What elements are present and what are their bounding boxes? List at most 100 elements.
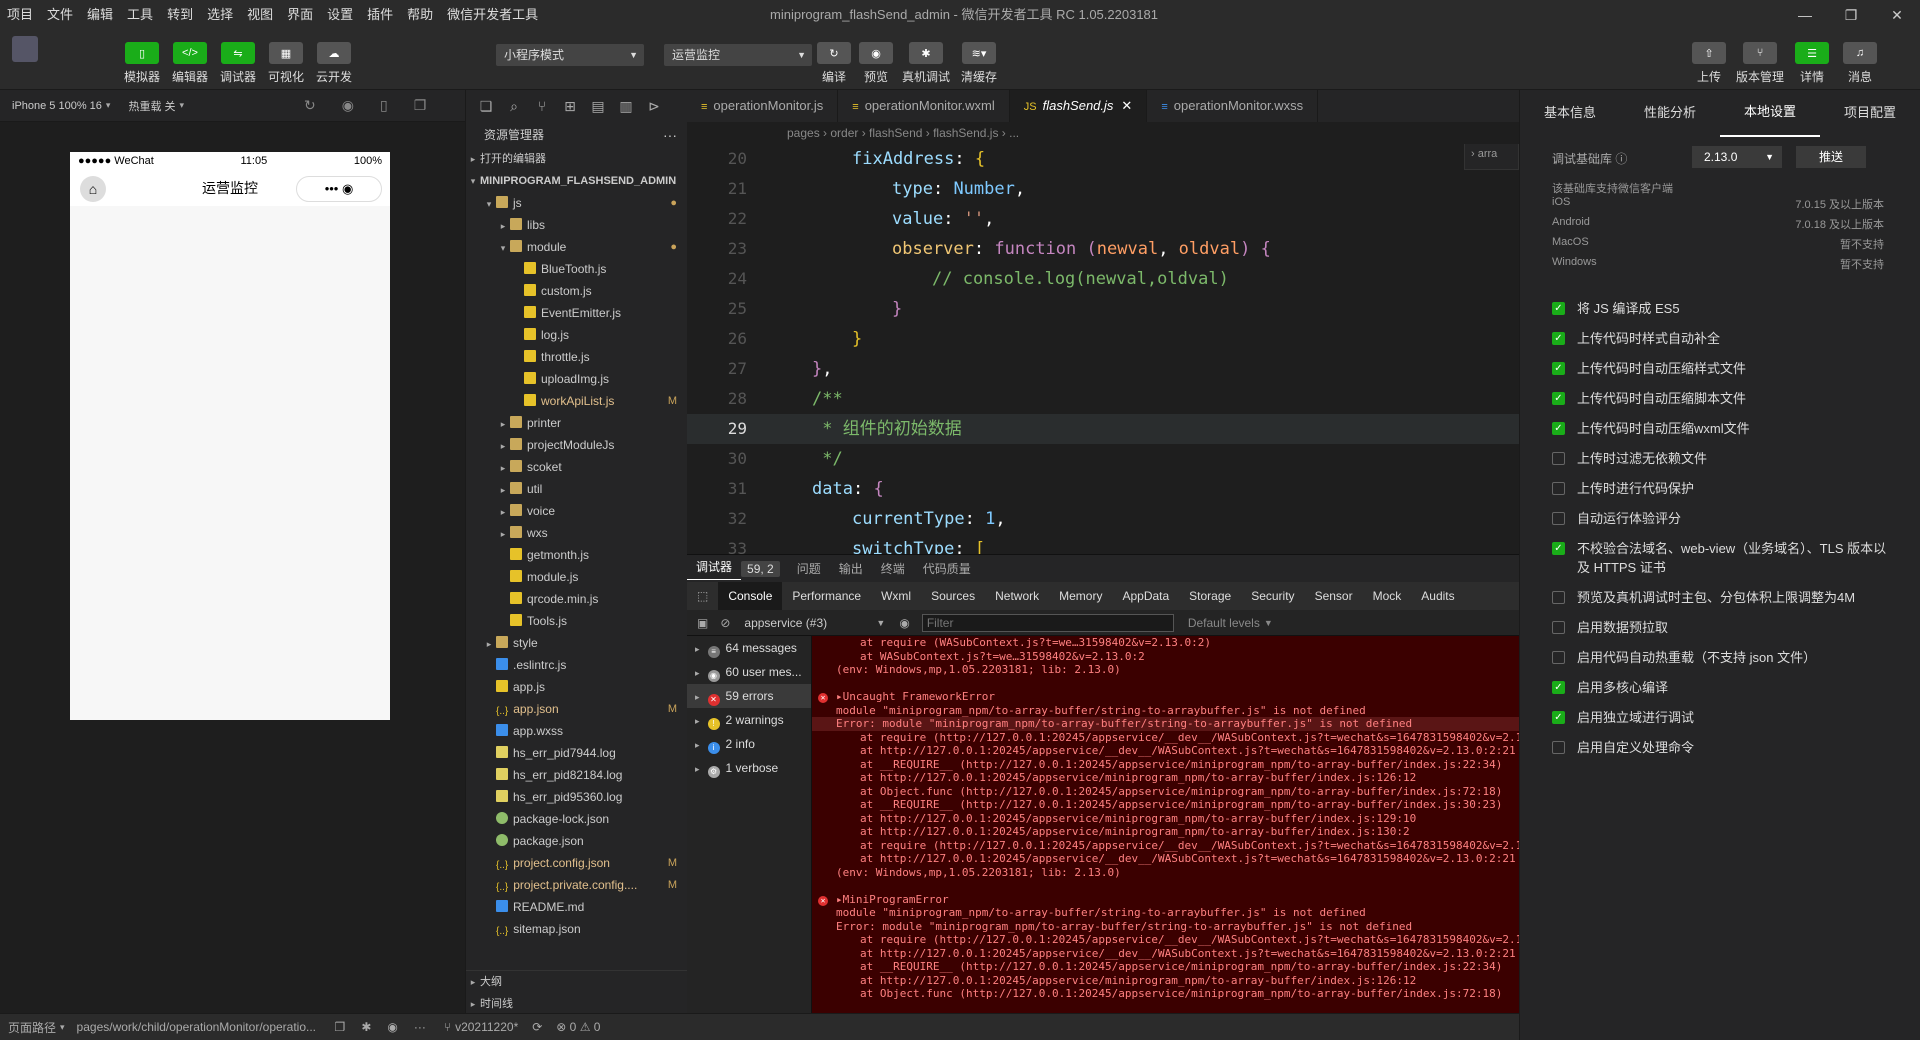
sidebar-toggle-icon[interactable]: ▣	[697, 616, 708, 630]
setting-checkbox-row[interactable]: ✓ 启用独立域进行调试	[1552, 708, 1892, 727]
devtools-panel-tab[interactable]: 终端	[872, 560, 914, 577]
setting-checkbox-row[interactable]: ✓ 上传代码时自动压缩wxml文件	[1552, 419, 1892, 438]
simulator-button[interactable]: ▯ 模拟器	[118, 42, 166, 85]
checkbox-checked-icon[interactable]: ✓	[1552, 681, 1565, 694]
push-button[interactable]: 推送	[1796, 146, 1866, 168]
database-icon[interactable]: ▤	[584, 98, 612, 115]
menu-item[interactable]: 视图	[240, 0, 280, 30]
checkbox-unchecked-icon[interactable]	[1552, 591, 1565, 604]
minimap-toggle[interactable]: › arra	[1464, 144, 1519, 170]
devtools-tab[interactable]: Sources	[921, 582, 985, 610]
menu-item[interactable]: 工具	[120, 0, 160, 30]
checkbox-unchecked-icon[interactable]	[1552, 621, 1565, 634]
debugger-button[interactable]: ⇋ 调试器	[214, 42, 262, 85]
bug-icon[interactable]: ✱	[361, 1020, 371, 1034]
version-button[interactable]: ⑂ 版本管理	[1736, 42, 1784, 85]
eye-icon[interactable]: ◉	[387, 1020, 397, 1034]
tree-file[interactable]: qrcode.min.js	[466, 588, 687, 610]
tree-folder[interactable]: ▾ module ●	[466, 236, 687, 258]
preview-button[interactable]: ◉ 预览	[852, 42, 900, 85]
devtools-tab[interactable]: Mock	[1363, 582, 1412, 610]
compile-mode-select[interactable]: 运营监控 ▼	[664, 44, 812, 66]
menu-item[interactable]: 微信开发者工具	[440, 0, 545, 30]
tree-file[interactable]: .eslintrc.js	[466, 654, 687, 676]
maximize-icon[interactable]: ❐	[1828, 0, 1874, 30]
setting-checkbox-row[interactable]: ✓ 启用多核心编译	[1552, 678, 1892, 697]
details-button[interactable]: ☰ 详情	[1788, 42, 1836, 85]
visual-button[interactable]: ▦ 可视化	[262, 42, 310, 85]
checkbox-checked-icon[interactable]: ✓	[1552, 302, 1565, 315]
upload-button[interactable]: ⇧ 上传	[1685, 42, 1733, 85]
checkbox-unchecked-icon[interactable]	[1552, 512, 1565, 525]
messages-button[interactable]: ♫ 消息	[1836, 42, 1884, 85]
more-icon[interactable]: ···	[663, 122, 677, 148]
real-debug-button[interactable]: ✱ 真机调试	[902, 42, 950, 85]
checkbox-checked-icon[interactable]: ✓	[1552, 332, 1565, 345]
editor-tab[interactable]: ≡ operationMonitor.wxss	[1147, 90, 1319, 122]
home-icon[interactable]: ⌂	[80, 176, 106, 202]
menu-item[interactable]: 转到	[160, 0, 200, 30]
menu-item[interactable]: 文件	[40, 0, 80, 30]
editor-tab[interactable]: JS flashSend.js ✕	[1009, 90, 1148, 122]
checkbox-unchecked-icon[interactable]	[1552, 482, 1565, 495]
more-icon[interactable]: ···	[414, 1020, 426, 1034]
checkbox-checked-icon[interactable]: ✓	[1552, 362, 1565, 375]
console-filter-item[interactable]: ▸ ✕ 59 errors	[687, 684, 811, 708]
cloud-button[interactable]: ☁ 云开发	[310, 42, 358, 85]
setting-checkbox-row[interactable]: ✓ 上传代码时自动压缩脚本文件	[1552, 389, 1892, 408]
setting-checkbox-row[interactable]: 上传时过滤无依赖文件	[1552, 449, 1892, 468]
tree-file[interactable]: module.js	[466, 566, 687, 588]
clear-console-icon[interactable]: ⊘	[720, 616, 730, 630]
setting-checkbox-row[interactable]: 启用数据预拉取	[1552, 618, 1892, 637]
tree-file[interactable]: {..} project.config.json M	[466, 852, 687, 874]
tree-file[interactable]: {..} project.private.config.... M	[466, 874, 687, 896]
checkbox-checked-icon[interactable]: ✓	[1552, 392, 1565, 405]
menu-item[interactable]: 设置	[320, 0, 360, 30]
console-filter-item[interactable]: ▸ ◉ 60 user mes...	[687, 660, 811, 684]
console-filter-item[interactable]: ▸ ≡ 64 messages	[687, 636, 811, 660]
hotreload-toggle[interactable]: 热重载 关	[128, 98, 175, 114]
tree-file[interactable]: log.js	[466, 324, 687, 346]
setting-checkbox-row[interactable]: ✓ 将 JS 编译成 ES5	[1552, 299, 1892, 318]
menu-item[interactable]: 界面	[280, 0, 320, 30]
menu-item[interactable]: 编辑	[80, 0, 120, 30]
devtools-panel-tab[interactable]: 调试器	[687, 558, 742, 580]
copy-icon[interactable]: ❐	[335, 1020, 346, 1034]
eye-icon[interactable]: ◉	[899, 616, 909, 630]
settings-tab[interactable]: 项目配置	[1820, 90, 1920, 136]
editor-tab[interactable]: ≡ operationMonitor.wxml	[838, 90, 1010, 122]
devtools-panel-tab[interactable]: 输出	[830, 560, 872, 577]
tree-folder[interactable]: ▸ util	[466, 478, 687, 500]
tree-folder[interactable]: ▸ voice	[466, 500, 687, 522]
tree-file[interactable]: custom.js	[466, 280, 687, 302]
devtools-tab[interactable]: Storage	[1179, 582, 1241, 610]
devtools-tab[interactable]: Wxml	[871, 582, 921, 610]
tree-file[interactable]: {..} app.json M	[466, 698, 687, 720]
tree-file[interactable]: README.md	[466, 896, 687, 918]
checkbox-checked-icon[interactable]: ✓	[1552, 711, 1565, 724]
devtools-tab[interactable]: Performance	[782, 582, 871, 610]
clear-cache-button[interactable]: ≋▾ 清缓存	[955, 42, 1003, 85]
tree-folder[interactable]: ▸ scoket	[466, 456, 687, 478]
tree-file[interactable]: package.json	[466, 830, 687, 852]
refresh-icon[interactable]: ↻	[304, 97, 316, 114]
settings-tab[interactable]: 性能分析	[1620, 90, 1720, 136]
capsule-menu[interactable]: ••• ◉	[296, 176, 382, 202]
sync-icon[interactable]: ⟳	[532, 1020, 542, 1034]
checkbox-unchecked-icon[interactable]	[1552, 452, 1565, 465]
tree-file[interactable]: BlueTooth.js	[466, 258, 687, 280]
devtools-panel-tab[interactable]: 代码质量	[914, 560, 980, 577]
filter-input[interactable]	[921, 613, 1174, 632]
devtools-tab[interactable]: Sensor	[1305, 582, 1363, 610]
page-path-label[interactable]: 页面路径	[8, 1019, 56, 1036]
devtools-tab[interactable]: AppData	[1112, 582, 1179, 610]
phone-icon[interactable]: ▯	[380, 97, 388, 114]
tree-folder[interactable]: ▸ libs	[466, 214, 687, 236]
menu-item[interactable]: 项目	[0, 0, 40, 30]
tree-file[interactable]: app.wxss	[466, 720, 687, 742]
setting-checkbox-row[interactable]: 启用代码自动热重载（不支持 json 文件）	[1552, 648, 1892, 667]
minimize-icon[interactable]: —	[1782, 0, 1828, 30]
settings-tab[interactable]: 本地设置	[1720, 89, 1820, 137]
devtools-tab[interactable]: Security	[1241, 582, 1304, 610]
devtools-tab[interactable]: Network	[985, 582, 1049, 610]
